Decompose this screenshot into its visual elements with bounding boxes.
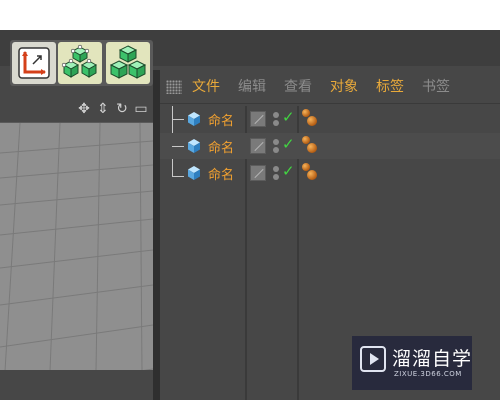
render-visibility-dot[interactable] <box>273 147 279 153</box>
phong-tag-icon[interactable] <box>302 136 322 156</box>
viewport-header: ✥ ⇕ ↻ ▭ <box>0 96 153 122</box>
viewport-nav-icons: ✥ ⇕ ↻ ▭ <box>76 101 149 117</box>
phong-tag-icon[interactable] <box>302 163 322 183</box>
cube-object-icon <box>188 139 200 153</box>
tag-ball <box>307 143 317 153</box>
tag-ball <box>307 170 317 180</box>
panel-divider[interactable] <box>153 70 160 400</box>
rotate-icon[interactable]: ↻ <box>114 101 130 117</box>
tree-connector <box>172 146 184 147</box>
enabled-check-icon[interactable]: ✓ <box>282 135 295 153</box>
panel-grip-icon[interactable] <box>166 79 182 94</box>
cube-stack-button[interactable] <box>106 42 150 84</box>
cube-stack-icon <box>109 45 147 79</box>
object-name[interactable]: 命名 <box>208 164 234 183</box>
editor-visibility-dot[interactable] <box>273 112 279 118</box>
cube-cluster-button[interactable] <box>58 42 102 84</box>
watermark-title: 溜溜自学 <box>392 348 473 370</box>
watermark: 溜溜自学 ZIXUE.3D66.COM <box>352 336 472 390</box>
menu-view[interactable]: 查看 <box>284 70 312 104</box>
tag-ball <box>307 116 317 126</box>
object-name[interactable]: 命名 <box>208 110 234 129</box>
watermark-subtitle: ZIXUE.3D66.COM <box>394 370 462 378</box>
play-logo-icon <box>360 346 386 372</box>
menu-tags[interactable]: 标签 <box>376 70 404 104</box>
axis-tool-button[interactable] <box>12 42 56 84</box>
toolbar-tool-group <box>10 40 153 86</box>
menu-bookmarks[interactable]: 书签 <box>422 70 450 104</box>
enabled-check-icon[interactable]: ✓ <box>282 108 295 126</box>
menu-file[interactable]: 文件 <box>192 70 220 104</box>
render-visibility-dot[interactable] <box>273 174 279 180</box>
menu-edit[interactable]: 编辑 <box>238 70 266 104</box>
layer-color-box[interactable] <box>250 165 266 181</box>
object-row[interactable]: 命名 ✓ <box>160 160 500 186</box>
layer-color-box[interactable] <box>250 111 266 127</box>
visibility-dots[interactable] <box>272 111 280 127</box>
cube-object-icon <box>188 112 200 126</box>
render-visibility-dot[interactable] <box>273 120 279 126</box>
object-row[interactable]: 命名 ✓ <box>160 133 500 159</box>
editor-visibility-dot[interactable] <box>273 166 279 172</box>
cube-cluster-icon <box>61 44 98 78</box>
page-top-margin <box>0 0 500 30</box>
object-row[interactable]: 命名 ✓ <box>160 106 500 132</box>
layer-color-box[interactable] <box>250 138 266 154</box>
visibility-dots[interactable] <box>272 165 280 181</box>
menu-objects[interactable]: 对象 <box>330 70 358 104</box>
enabled-check-icon[interactable]: ✓ <box>282 162 295 180</box>
cube-object-icon <box>188 166 200 180</box>
visibility-dots[interactable] <box>272 138 280 154</box>
3d-viewport[interactable] <box>0 122 153 370</box>
tree-connector <box>172 119 184 120</box>
tree-connector <box>172 176 184 177</box>
axis-icon <box>18 47 50 79</box>
object-manager-menubar: 文件 编辑 查看 对象 标签 书签 <box>160 70 500 104</box>
viewport-grid <box>0 123 153 370</box>
editor-visibility-dot[interactable] <box>273 139 279 145</box>
object-name[interactable]: 命名 <box>208 137 234 156</box>
vertical-move-icon[interactable]: ⇕ <box>95 101 111 117</box>
move-icon[interactable]: ✥ <box>76 101 92 117</box>
maximize-icon[interactable]: ▭ <box>133 101 149 117</box>
phong-tag-icon[interactable] <box>302 109 322 129</box>
